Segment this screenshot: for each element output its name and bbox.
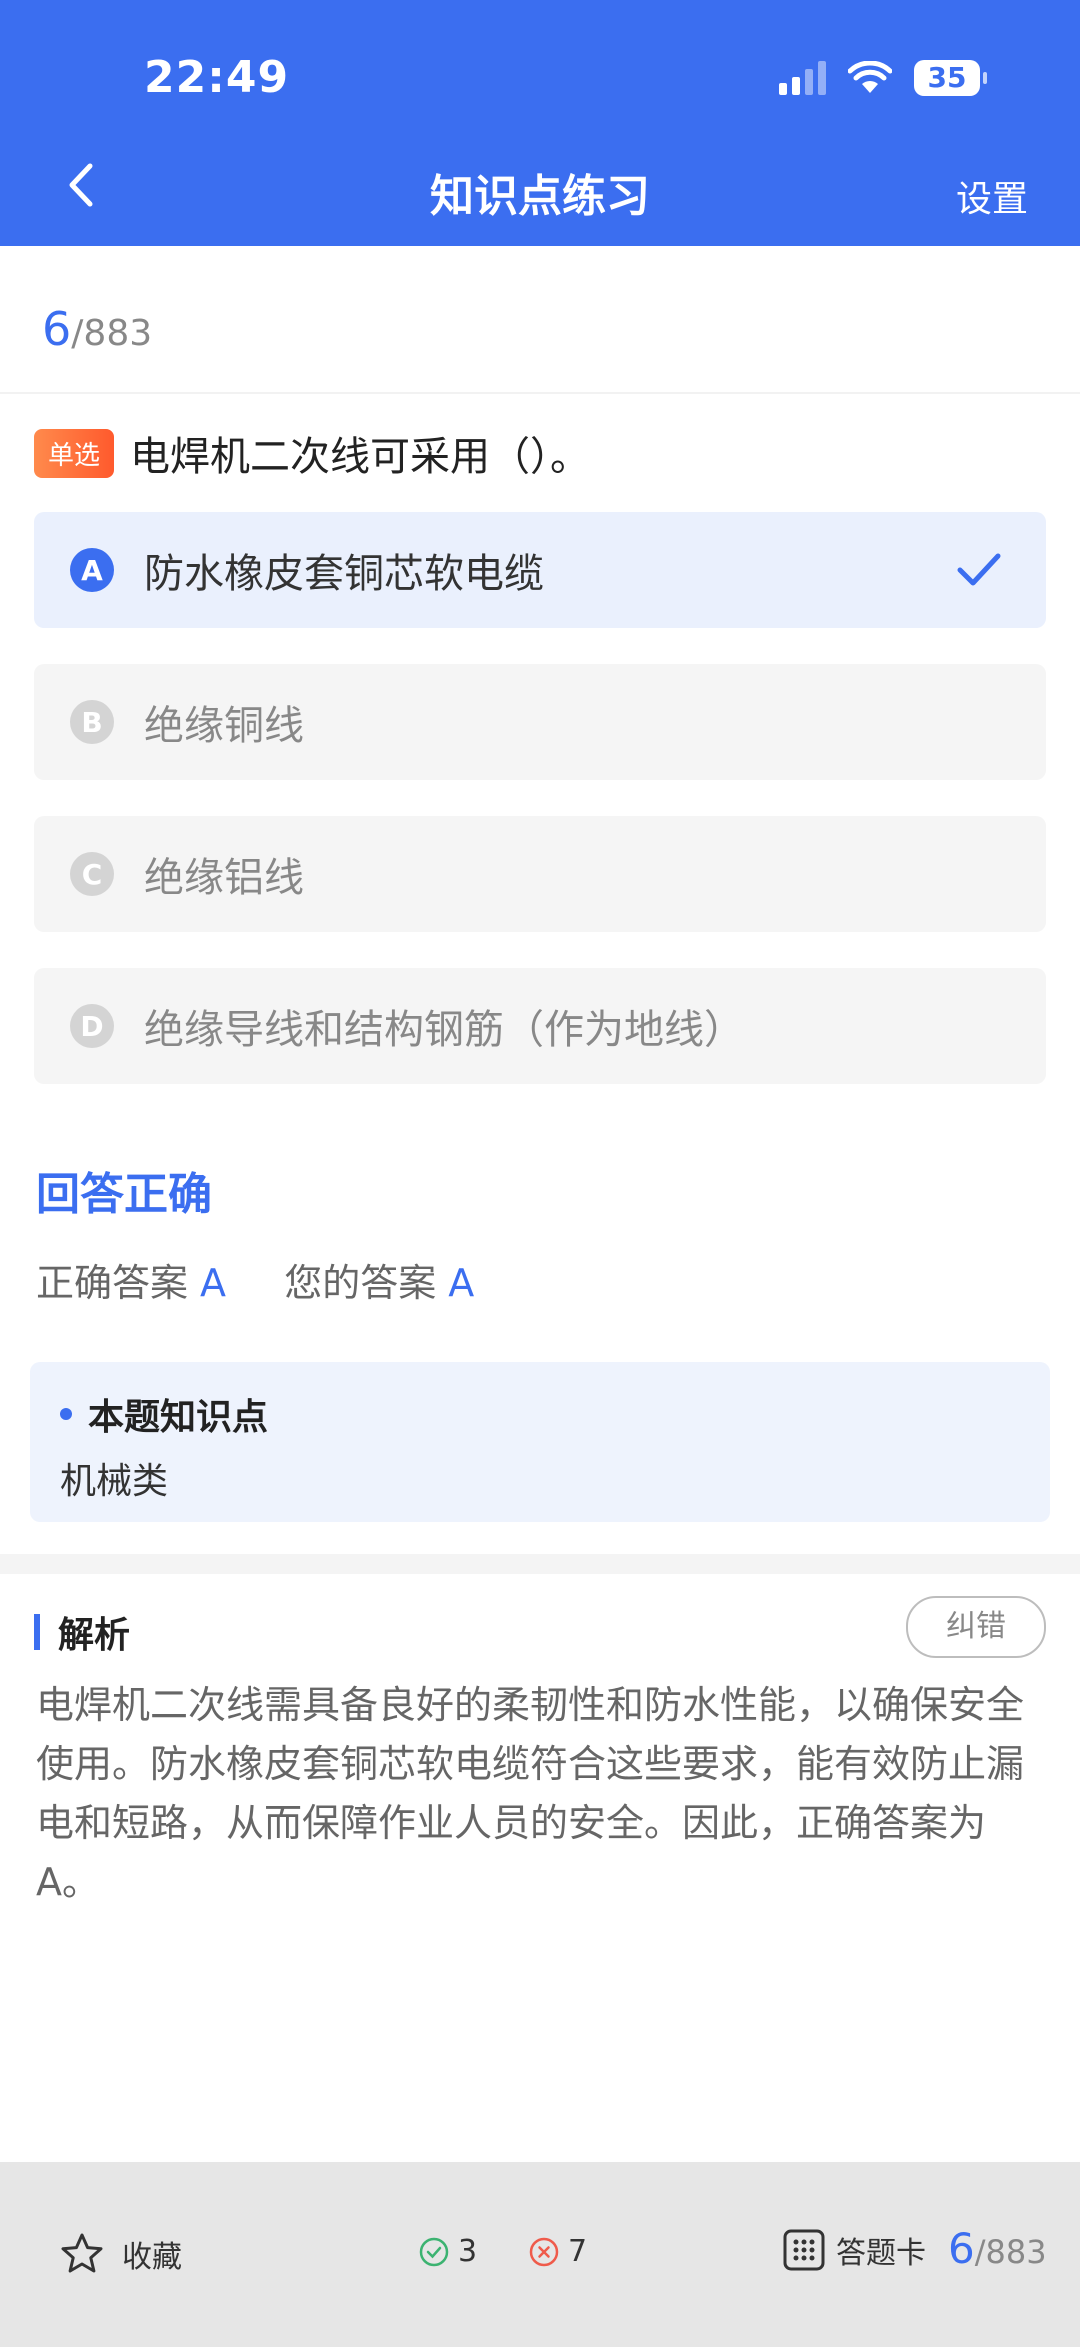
question-counter: 6/883 — [42, 302, 152, 356]
favorite-label: 收藏 — [122, 2240, 182, 2275]
battery-icon: 35 — [914, 60, 987, 96]
analysis-text: 电焊机二次线需具备良好的柔韧性和防水性能，以确保安全使用。防水橡皮套铜芯软电缆符… — [36, 1683, 1025, 1904]
correct-circle-icon — [419, 2237, 449, 2266]
option-d[interactable]: D 绝缘导线和结构钢筋（作为地线） — [34, 968, 1046, 1084]
option-b[interactable]: B 绝缘铜线 — [34, 664, 1046, 780]
wrong-count: 7 — [528, 2234, 587, 2269]
report-error-button[interactable]: 纠错 — [906, 1596, 1046, 1658]
total-questions: /883 — [71, 313, 153, 354]
correct-answer-value: A — [200, 1261, 227, 1305]
option-text: 绝缘铜线 — [144, 703, 304, 749]
analysis-title: 解析 — [58, 1615, 131, 1656]
grid-icon — [783, 2229, 825, 2271]
your-answer-label: 您的答案 — [284, 1261, 437, 1305]
settings-button[interactable]: 设置 — [956, 170, 1028, 222]
bottom-total: /883 — [974, 2233, 1047, 2271]
answer-summary: 正确答案 A 您的答案 A — [36, 1252, 474, 1307]
page-title: 知识点练习 — [430, 171, 650, 222]
bullet-icon — [60, 1408, 72, 1420]
question-row: 单选 电焊机二次线可采用（）。 — [34, 424, 590, 482]
status-time: 22:49 — [144, 52, 290, 103]
wifi-icon — [848, 61, 892, 93]
answer-card-label: 答题卡 — [836, 2236, 926, 2271]
option-text: 绝缘铝线 — [144, 855, 304, 901]
star-icon — [61, 2233, 103, 2273]
knowledge-point-label: 本题知识点 — [88, 1397, 269, 1438]
section-separator — [0, 1554, 1080, 1574]
knowledge-point-box: 本题知识点 机械类 — [30, 1362, 1050, 1522]
right-count-value: 3 — [458, 2234, 478, 2269]
option-letter: C — [70, 852, 114, 896]
app-header: 22:49 35 知识点练习 设置 — [0, 0, 1080, 246]
result-title: 回答正确 — [36, 1169, 212, 1220]
option-letter: B — [70, 700, 114, 744]
option-text: 绝缘导线和结构钢筋（作为地线） — [144, 1007, 744, 1053]
current-question-number: 6 — [42, 302, 72, 356]
correct-answer-label: 正确答案 — [36, 1261, 189, 1305]
bottom-current: 6 — [948, 2224, 975, 2273]
your-answer-value: A — [448, 1261, 475, 1305]
option-c[interactable]: C 绝缘铝线 — [34, 816, 1046, 932]
divider — [0, 392, 1080, 394]
wrong-count-value: 7 — [568, 2234, 588, 2269]
question-text: 电焊机二次线可采用（）。 — [130, 434, 591, 480]
option-a[interactable]: A 防水橡皮套铜芯软电缆 — [34, 512, 1046, 628]
status-icons: 35 — [779, 58, 987, 98]
option-letter: A — [70, 548, 114, 592]
signal-icon — [779, 61, 826, 95]
section-marker — [34, 1614, 40, 1650]
check-icon — [957, 553, 1001, 586]
favorite-button[interactable]: 收藏 — [60, 2232, 182, 2276]
question-type-badge: 单选 — [34, 428, 115, 478]
battery-level: 35 — [927, 61, 967, 94]
analysis-header: 解析 — [34, 1606, 130, 1658]
wrong-circle-icon — [529, 2237, 559, 2266]
bottom-bar: 收藏 3 7 答题卡 6/883 — [0, 2162, 1080, 2347]
bottom-progress: 6/883 — [948, 2224, 1047, 2273]
knowledge-point-value: 机械类 — [60, 1461, 169, 1502]
answer-card-button[interactable]: 答题卡 — [782, 2228, 926, 2272]
option-letter: D — [70, 1004, 114, 1048]
option-text: 防水橡皮套铜芯软电缆 — [144, 551, 544, 597]
right-count: 3 — [418, 2234, 477, 2269]
knowledge-point-title: 本题知识点 — [60, 1388, 268, 1440]
